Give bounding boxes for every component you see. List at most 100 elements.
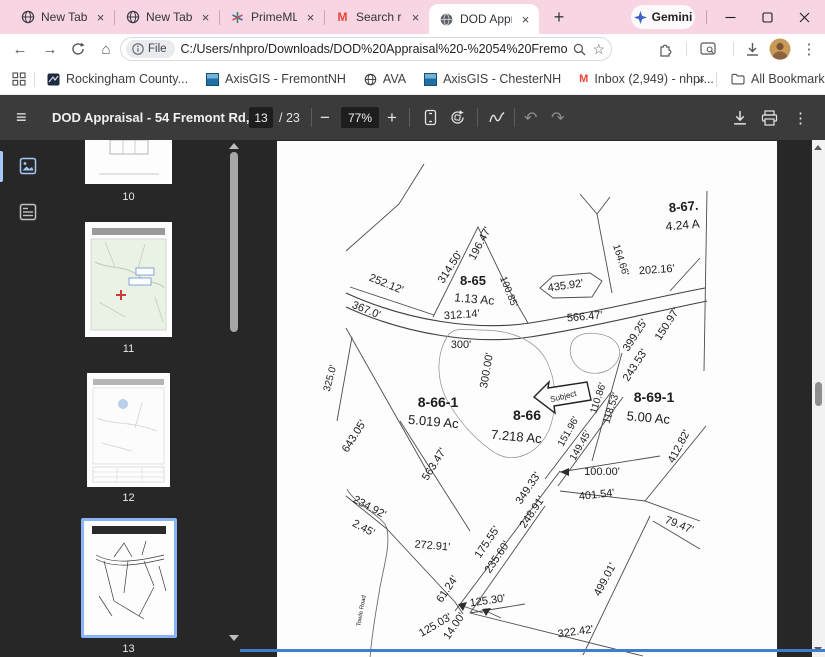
map-label: 325.0' [322,364,340,393]
map-label: 2.45' [350,518,376,540]
reload-icon[interactable] [66,37,90,61]
tab-dod-appraisal-active[interactable]: DOD Apprai... × [429,4,539,34]
map-label: 164.66' [610,243,631,277]
panel-scroll-down-icon[interactable] [229,635,239,641]
bookmark-label: AxisGIS - FremontNH [225,72,346,86]
active-panel-indicator [0,151,3,182]
pdf-menu-icon[interactable]: ≡ [16,95,27,140]
tab-primemls[interactable]: PrimeMLS D... × [220,0,324,34]
rotate-icon[interactable] [449,95,466,140]
scroll-up-icon[interactable] [814,145,822,150]
zoom-level-box[interactable]: 77% [341,107,379,128]
forward-icon[interactable]: → [38,37,62,61]
map-label: 196.47' [467,225,494,262]
page-number-input[interactable]: 13 [249,107,273,128]
map-label: 8-65 [460,273,486,288]
tab-close-icon[interactable]: × [408,10,423,25]
toolbar-separator [311,108,312,127]
downloads-icon[interactable] [740,37,764,61]
omnibox[interactable]: File C:/Users/nhpro/Downloads/DOD%20Appr… [120,37,612,61]
thumbnail-page-11[interactable] [85,222,172,337]
maximize-button[interactable] [749,0,786,34]
tab-new-tab-2[interactable]: New Tab × [115,0,219,34]
pdf-more-icon[interactable]: ⋮ [793,95,808,140]
bookmarks-bar: Rockingham County... AxisGIS - FremontNH… [0,64,825,95]
main-scrollbar[interactable] [812,140,825,657]
map-label: 252.12' [367,272,405,297]
toolbar-separator [733,42,734,56]
browser-menu-icon[interactable]: ⋮ [797,37,821,61]
home-icon[interactable]: ⌂ [94,37,118,61]
url-text[interactable]: C:/Users/nhpro/Downloads/DOD%20Appraisal… [181,42,568,56]
map-label: 8-69-1 [634,389,675,405]
thumbnail-page-13-selected[interactable] [81,518,177,638]
tab-close-icon[interactable]: × [303,10,318,25]
gmail-icon: M [579,73,588,85]
tab-close-icon[interactable]: × [198,10,213,25]
map-label: 272.91' [414,538,451,553]
panel-scrollbar-thumb[interactable] [230,152,238,332]
map-label: 8-66 [513,407,541,423]
bookmark-axisgis-fremont[interactable]: AxisGIS - FremontNH [206,72,346,86]
side-search-icon[interactable] [696,37,720,61]
map-label: 300.00' [478,352,496,389]
bookmark-star-icon[interactable]: ☆ [592,41,605,58]
window-controls [712,0,823,34]
bookmark-inbox[interactable]: M Inbox (2,949) - nhpr... [579,72,714,86]
map-label: 499.01' [592,561,619,598]
bookmark-rockingham[interactable]: Rockingham County... [47,72,188,86]
profile-avatar[interactable] [768,37,792,61]
close-window-button[interactable] [786,0,823,34]
zoom-page-icon[interactable] [573,43,586,56]
panel-scroll-up-icon[interactable] [229,143,239,149]
all-bookmarks-button[interactable]: All Bookmarks [731,72,825,86]
globe-icon [20,10,35,25]
pdf-document-title: DOD Appraisal - 54 Fremont Rd, C... [52,95,273,140]
zoom-in-button[interactable]: + [387,95,397,140]
annotate-pen-icon[interactable] [488,95,506,140]
gemini-sparkle-icon [634,11,647,24]
arrowhead [458,602,467,611]
gmail-icon: M [335,10,350,25]
bookmark-label: AxisGIS - ChesterNH [443,72,561,86]
apps-grid-icon[interactable] [12,72,26,86]
zoom-out-button[interactable]: − [320,95,330,140]
back-icon[interactable]: ← [8,37,32,61]
bookmarks-separator [716,72,717,87]
outline-panel-icon[interactable] [19,203,37,221]
file-chip-label: File [148,43,167,55]
primemls-icon [230,10,245,25]
new-tab-button[interactable]: + [547,7,571,28]
tab-close-icon[interactable]: × [518,12,533,27]
bookmark-axisgis-chester[interactable]: AxisGIS - ChesterNH [424,72,561,86]
extensions-puzzle-icon[interactable] [653,37,677,61]
tab-new-tab-1[interactable]: New Tab × [10,0,114,34]
fit-page-icon[interactable] [423,95,438,140]
map-label: 8-66-1 [418,394,459,410]
map-label: 5.019 Ac [408,412,460,431]
minimize-button[interactable] [712,0,749,34]
tab-search-results[interactable]: M Search resul... × [325,0,429,34]
thumbnail-page-number: 13 [85,643,172,655]
tab-title: New Tab [41,10,87,24]
undo-icon[interactable]: ↶ [524,95,537,140]
redo-icon[interactable]: ↷ [551,95,564,140]
print-icon[interactable] [761,95,778,140]
gemini-button[interactable]: Gemini [631,5,695,29]
toolbar-separator [686,42,687,56]
file-chip[interactable]: File [126,40,175,58]
download-pdf-icon[interactable] [732,95,748,140]
map-label: 100.85' [497,275,519,309]
tab-strip: New Tab × New Tab × PrimeMLS D... × M Se… [0,0,825,34]
bookmark-ava[interactable]: AVA [364,72,406,86]
tab-close-icon[interactable]: × [93,10,108,25]
arrowhead [482,608,491,616]
bookmark-label: Rockingham County... [66,72,188,86]
thumbnail-page-10[interactable] [85,140,172,184]
main-scrollbar-thumb[interactable] [815,382,822,406]
thumbnail-page-12[interactable] [87,373,170,487]
pdf-toolbar: ≡ DOD Appraisal - 54 Fremont Rd, C... 13… [0,95,825,140]
bookmarks-overflow-icon[interactable]: » [697,72,704,87]
page-total-label: / 23 [279,95,300,140]
thumbnails-panel-icon[interactable] [19,157,37,175]
